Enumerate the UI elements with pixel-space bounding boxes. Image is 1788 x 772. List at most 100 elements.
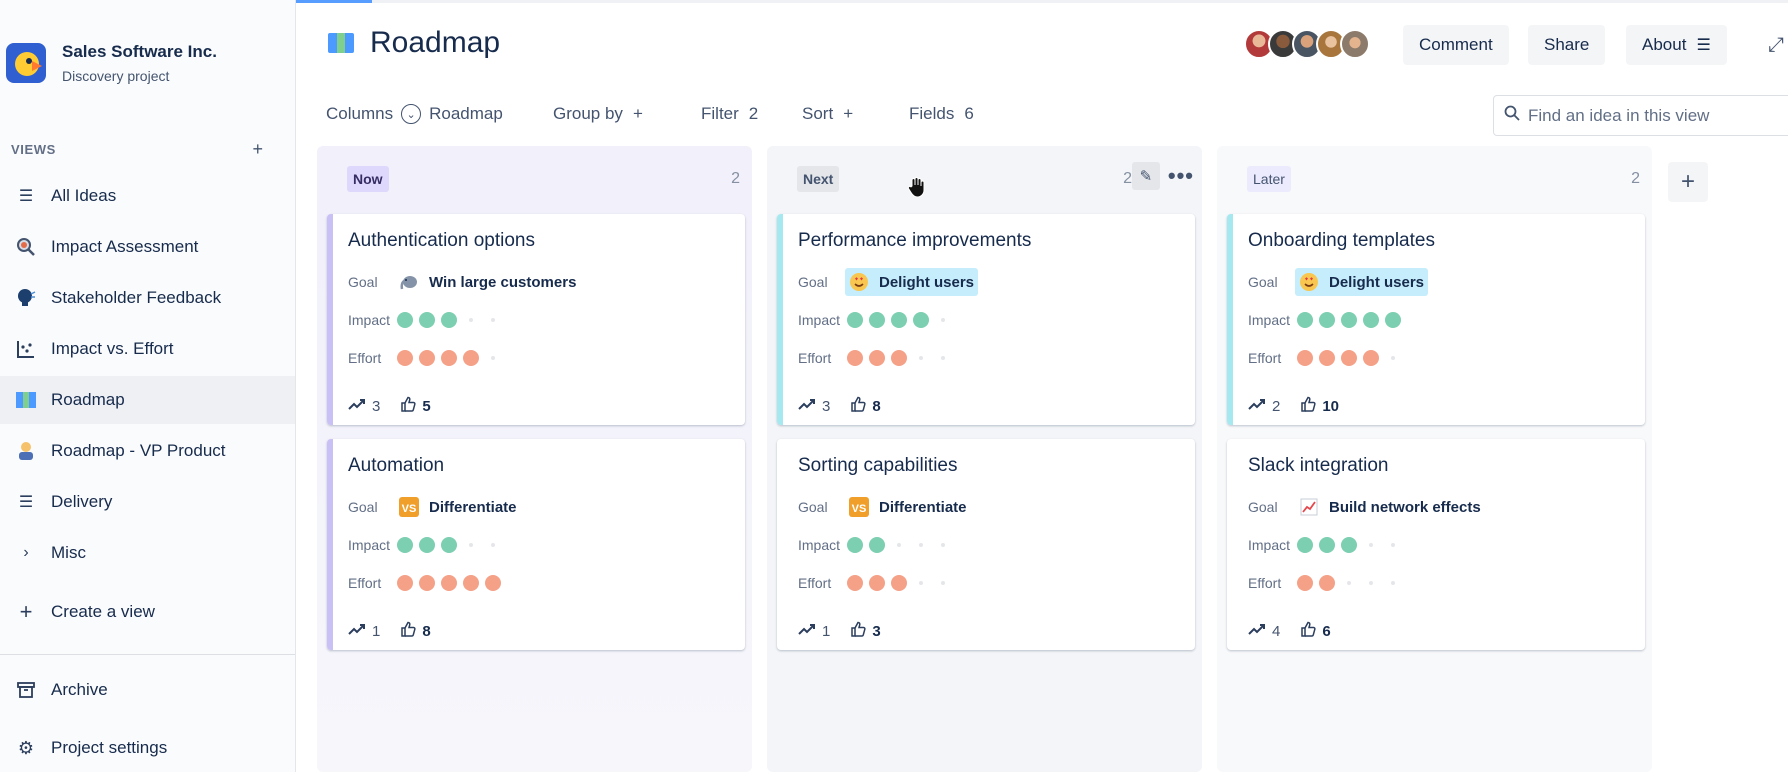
- sidebar-item-delivery[interactable]: ☰ Delivery: [0, 478, 295, 526]
- sidebar-item-misc[interactable]: › Misc: [0, 529, 295, 577]
- impact-rating[interactable]: [1297, 537, 1407, 553]
- idea-card[interactable]: Automation Goal VS Differentiate Impact Effor…: [327, 439, 745, 650]
- about-button[interactable]: About ☰: [1626, 25, 1727, 65]
- add-column-button[interactable]: +: [1668, 162, 1708, 202]
- chart-up-icon: [1299, 497, 1319, 517]
- effort-rating[interactable]: [397, 350, 507, 366]
- trend-icon: [798, 397, 816, 416]
- rating-dot: [463, 575, 479, 591]
- rating-dot: [869, 575, 885, 591]
- effort-label: Effort: [348, 575, 382, 591]
- column-title[interactable]: Later: [1247, 166, 1291, 192]
- sidebar-create-view[interactable]: + Create a view: [0, 588, 295, 636]
- avatar[interactable]: [1340, 29, 1370, 59]
- sidebar-item-roadmap-vp-product[interactable]: Roadmap - VP Product: [0, 427, 295, 475]
- sidebar-item-stakeholder-feedback[interactable]: Stakeholder Feedback: [0, 274, 295, 322]
- sidebar-item-label: Stakeholder Feedback: [51, 288, 222, 307]
- effort-label: Effort: [798, 350, 832, 366]
- plus-icon: +: [843, 104, 854, 123]
- impact-rating[interactable]: [1297, 312, 1407, 328]
- share-button[interactable]: Share: [1528, 25, 1606, 65]
- impact-label: Impact: [1248, 537, 1291, 553]
- sidebar-item-impact-assessment[interactable]: Impact Assessment: [0, 223, 295, 271]
- search-input[interactable]: [1528, 105, 1768, 126]
- column-count: 2: [1123, 170, 1132, 187]
- project-header[interactable]: Sales Software Inc. Discovery project: [6, 42, 217, 84]
- idea-card[interactable]: Sorting capabilities Goal VS Differentiate I…: [777, 439, 1195, 650]
- svg-text:VS: VS: [852, 503, 867, 515]
- column-now: Now 2 Authentication options Goal Win larg…: [317, 146, 752, 772]
- chevron-right-icon: ›: [23, 544, 29, 561]
- insights-count: 2: [1272, 398, 1281, 415]
- rating-dot: [419, 575, 435, 591]
- more-icon[interactable]: •••: [1168, 163, 1194, 189]
- trend-icon: [798, 622, 816, 641]
- goal-text: Differentiate: [879, 498, 967, 516]
- sort-button[interactable]: Sort +: [802, 104, 853, 124]
- votes-count: 6: [1322, 623, 1331, 640]
- comment-button[interactable]: Comment: [1403, 25, 1509, 65]
- columns-selector[interactable]: Columns ⌄ Roadmap: [326, 104, 503, 124]
- effort-rating[interactable]: [847, 575, 957, 591]
- effort-rating[interactable]: [397, 575, 507, 591]
- fields-button[interactable]: Fields 6: [909, 104, 974, 124]
- rating-dot: [869, 537, 885, 553]
- column-title[interactable]: Now: [347, 166, 389, 192]
- card-stats: 13: [798, 621, 881, 642]
- plus-icon: +: [632, 104, 643, 123]
- gear-icon: ⚙: [17, 737, 35, 758]
- search-box[interactable]: [1493, 95, 1788, 136]
- idea-card[interactable]: Authentication options Goal Win large cust…: [327, 214, 745, 425]
- rating-dot: [397, 537, 413, 553]
- idea-card[interactable]: Onboarding templates Goal Delight users Imp…: [1227, 214, 1645, 425]
- collaborator-avatars[interactable]: [1244, 29, 1370, 59]
- sidebar-archive[interactable]: Archive: [0, 666, 295, 714]
- trend-icon: [348, 397, 366, 416]
- sidebar-item-label: Impact vs. Effort: [51, 339, 174, 358]
- goal-text: Build network effects: [1329, 498, 1481, 516]
- rating-dot: [1319, 575, 1335, 591]
- empty-rating-dot: [941, 581, 945, 585]
- goal-tag[interactable]: Delight users: [1295, 268, 1429, 296]
- group-by-label: Group by: [553, 104, 623, 123]
- effort-rating[interactable]: [1297, 350, 1407, 366]
- idea-card[interactable]: Slack integration Goal Build network effec…: [1227, 439, 1645, 650]
- goal-tag[interactable]: Win large customers: [395, 268, 580, 296]
- map-icon: [14, 388, 38, 412]
- empty-rating-dot: [919, 543, 923, 547]
- svg-text:VS: VS: [402, 503, 417, 515]
- pencil-icon[interactable]: ✎: [1131, 162, 1160, 190]
- votes-count: 8: [872, 398, 881, 415]
- goal-tag[interactable]: VS Differentiate: [395, 493, 521, 521]
- impact-rating[interactable]: [397, 312, 507, 328]
- sidebar-item-all-ideas[interactable]: ☰ All Ideas: [0, 172, 295, 220]
- sidebar-item-impact-vs-effort[interactable]: Impact vs. Effort: [0, 325, 295, 373]
- effort-rating[interactable]: [1297, 575, 1407, 591]
- impact-rating[interactable]: [397, 537, 507, 553]
- thumbs-up-icon: [400, 396, 416, 417]
- filter-button[interactable]: Filter 2: [701, 104, 758, 124]
- expand-icon[interactable]: ⤢: [1768, 34, 1784, 57]
- rating-dot: [1341, 312, 1357, 328]
- empty-rating-dot: [941, 318, 945, 322]
- sidebar-project-settings[interactable]: ⚙ Project settings: [0, 724, 295, 772]
- rating-dot: [891, 575, 907, 591]
- add-view-icon[interactable]: +: [252, 139, 263, 160]
- goal-tag[interactable]: Build network effects: [1295, 493, 1485, 521]
- impact-rating[interactable]: [847, 312, 957, 328]
- menu-lines-icon: ☰: [1696, 37, 1711, 54]
- column-title[interactable]: Next: [797, 166, 840, 192]
- goal-tag[interactable]: Delight users: [845, 268, 979, 296]
- sidebar-item-roadmap[interactable]: Roadmap: [0, 376, 295, 424]
- rating-dot: [913, 312, 929, 328]
- effort-rating[interactable]: [847, 350, 957, 366]
- magnifier-icon: [14, 235, 38, 259]
- page-header: Roadmap: [328, 26, 500, 60]
- impact-rating[interactable]: [847, 537, 957, 553]
- goal-label: Goal: [798, 499, 828, 515]
- group-by-button[interactable]: Group by +: [553, 104, 643, 124]
- goal-tag[interactable]: VS Differentiate: [845, 493, 971, 521]
- column-tools: ✎ •••: [1131, 162, 1194, 190]
- idea-card[interactable]: Performance improvements Goal Delight user…: [777, 214, 1195, 425]
- rating-dot: [441, 575, 457, 591]
